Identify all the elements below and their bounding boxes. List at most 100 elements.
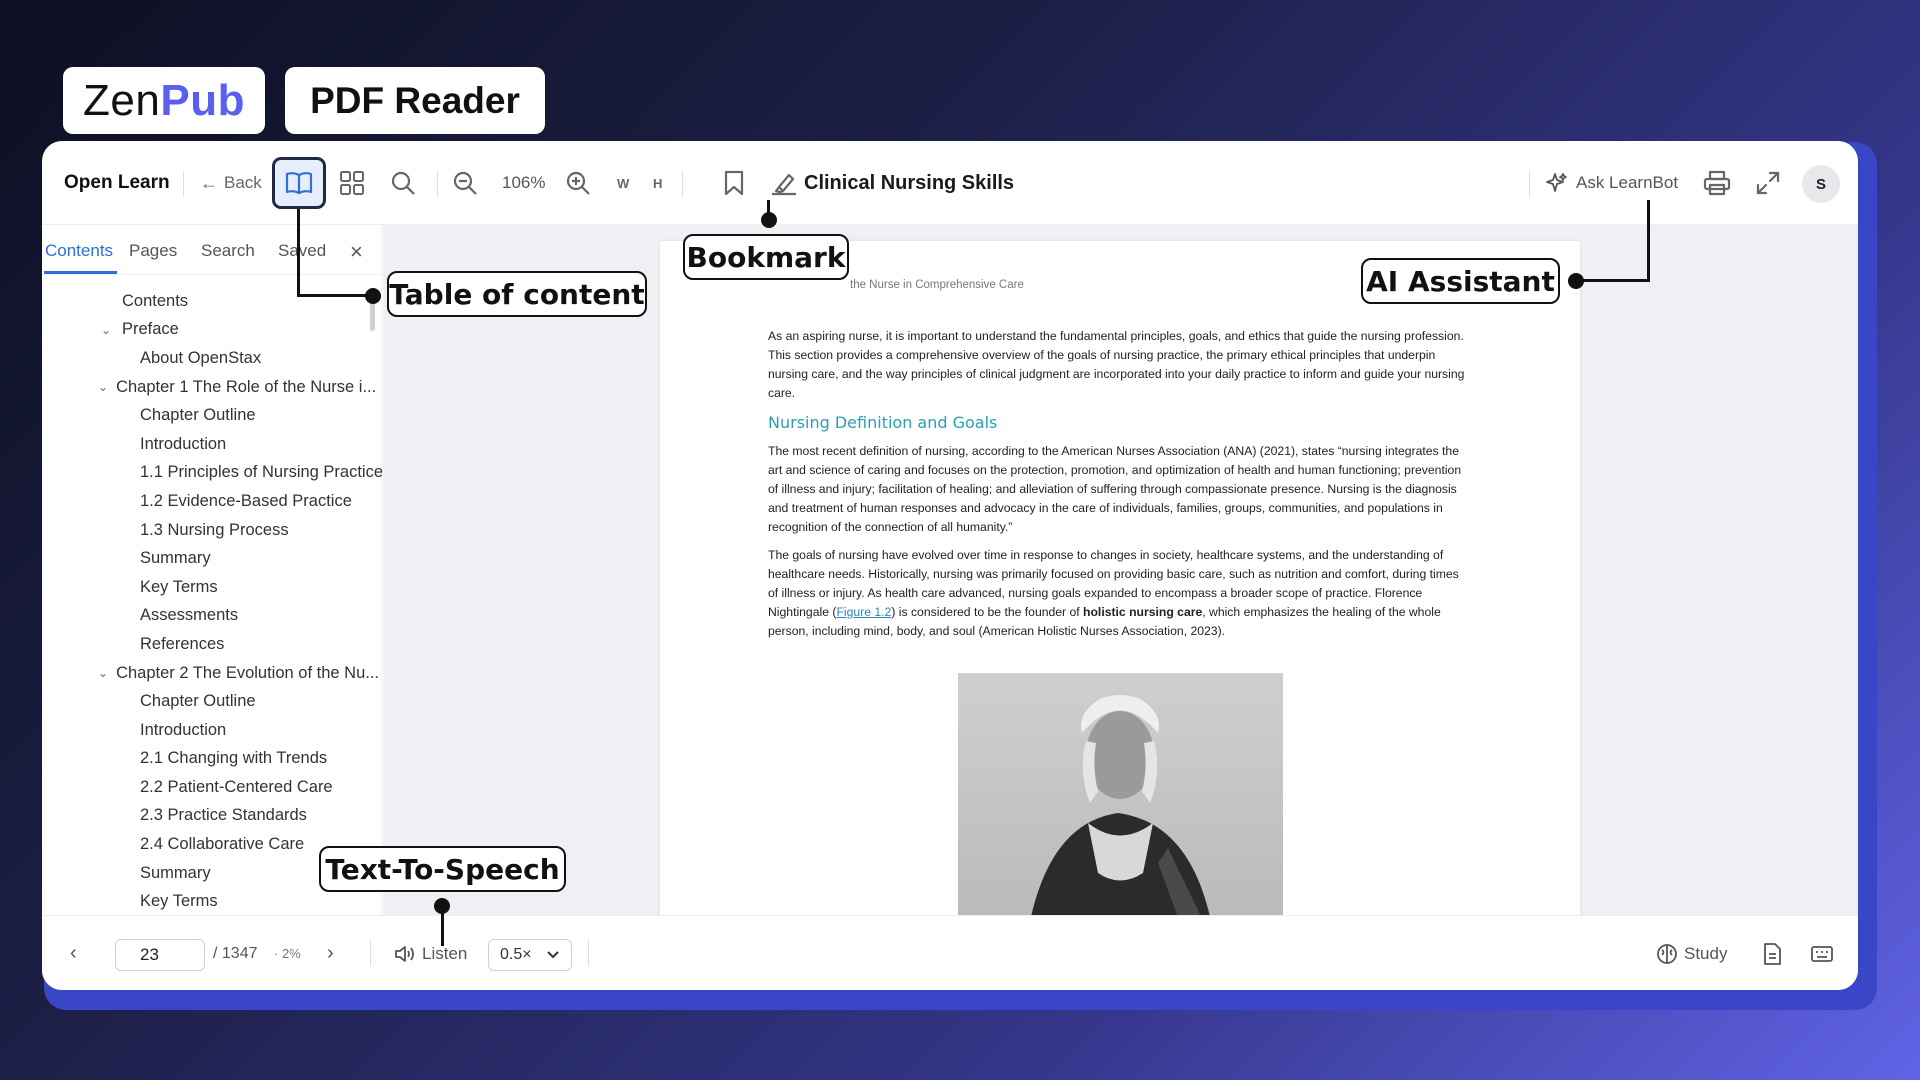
toc-connector	[297, 209, 300, 297]
toc-item-label: 1.2 Evidence-Based Practice	[140, 491, 352, 510]
toc-item[interactable]: Chapter Outline	[42, 401, 372, 430]
ai-connector	[1582, 279, 1650, 282]
keyboard-shortcuts-button[interactable]	[1810, 916, 1834, 990]
fit-height-button[interactable]: H	[653, 141, 662, 225]
document-icon	[1764, 942, 1781, 965]
toc-item[interactable]: ⌄ Chapter 2 The Evolution of the Nu...	[42, 659, 379, 688]
ask-learnbot-button[interactable]: Ask LearnBot	[1546, 141, 1678, 225]
toc-item-label: Introduction	[140, 434, 227, 453]
close-sidebar-icon[interactable]: ×	[350, 239, 363, 265]
grid-view-button[interactable]	[332, 141, 372, 225]
sidebar: Contents Pages Search Saved × Contents ⌄ P…	[42, 225, 383, 916]
toc-item[interactable]: 2.3 Practice Standards	[42, 802, 372, 831]
toc-item[interactable]: Assessments	[42, 602, 372, 631]
speech-speed-select[interactable]: 0.5×	[488, 939, 572, 971]
toc-item[interactable]: 1.1 Principles of Nursing Practice	[42, 459, 383, 488]
toc-item[interactable]: Summary	[42, 544, 372, 573]
chevron-down-icon[interactable]: ⌄	[98, 666, 108, 680]
zoom-in-icon	[566, 171, 590, 195]
page-number-input[interactable]: 23	[115, 939, 205, 971]
tab-pages[interactable]: Pages	[129, 241, 177, 261]
document-viewer: the Nurse in Comprehensive Care As an as…	[383, 225, 1858, 931]
goals-text-2: ) is considered to be the founder of	[891, 605, 1084, 619]
divider	[183, 171, 184, 197]
tab-search[interactable]: Search	[201, 241, 255, 261]
toc-connector	[297, 294, 373, 297]
toc-item[interactable]: Key Terms	[42, 573, 372, 602]
portrait-illustration	[1028, 695, 1213, 931]
bookmark-icon	[724, 170, 744, 196]
toc-item[interactable]: 2.1 Changing with Trends	[42, 745, 372, 774]
toc-item-label: About OpenStax	[140, 348, 262, 367]
toc-item-label: References	[140, 634, 225, 653]
toc-item-label: Chapter 1 The Role of the Nurse i...	[116, 377, 377, 396]
toc-item[interactable]: Key Terms	[42, 887, 372, 916]
callout-table-of-content: Table of content	[387, 271, 647, 317]
toc-item[interactable]: ⌄ Chapter 1 The Role of the Nurse i...	[42, 373, 376, 402]
print-button[interactable]	[1697, 141, 1737, 225]
table-of-contents-button[interactable]	[272, 157, 326, 209]
study-label: Study	[1684, 943, 1728, 963]
toc-item[interactable]: Introduction	[42, 430, 372, 459]
zoom-in-button[interactable]	[558, 141, 598, 225]
chevron-down-icon[interactable]: ⌄	[98, 380, 108, 394]
listen-label: Listen	[422, 943, 468, 963]
zoom-out-button[interactable]	[445, 141, 485, 225]
toc-item[interactable]: 2.2 Patient-Centered Care	[42, 773, 372, 802]
listen-button[interactable]: Listen	[394, 916, 467, 990]
toc-item[interactable]: Contents	[42, 287, 372, 316]
search-button[interactable]	[383, 141, 423, 225]
goals-bold-term: holistic nursing care	[1083, 605, 1203, 619]
toc-item[interactable]: About OpenStax	[42, 344, 372, 373]
bookmark-button[interactable]	[714, 141, 754, 225]
page-running-header: the Nurse in Comprehensive Care	[850, 279, 1024, 291]
brain-icon	[1657, 943, 1677, 964]
next-page-button[interactable]: ›	[327, 916, 334, 990]
highlighter-icon	[772, 173, 796, 196]
divider	[588, 940, 589, 966]
tab-saved[interactable]: Saved	[278, 241, 326, 261]
toc-item-label: Contents	[122, 291, 189, 310]
toc-item[interactable]: 1.3 Nursing Process	[42, 516, 372, 545]
toc-item-label: 2.1 Changing with Trends	[140, 749, 328, 768]
toc-connector-dot	[365, 288, 381, 304]
callout-bookmark: Bookmark	[683, 234, 849, 280]
toc-item-label: Summary	[140, 549, 211, 568]
ask-learnbot-label: Ask LearnBot	[1576, 173, 1679, 192]
document-info-button[interactable]	[1762, 916, 1782, 990]
figure-link[interactable]: Figure 1.2	[836, 605, 891, 619]
toc-item-label: Key Terms	[140, 892, 218, 911]
tab-contents[interactable]: Contents	[45, 241, 113, 261]
chevron-right-icon: ›	[327, 942, 334, 964]
toc-item[interactable]: 1.2 Evidence-Based Practice	[42, 487, 372, 516]
toc-item-label: Chapter Outline	[140, 406, 256, 425]
toc-item[interactable]: Introduction	[42, 716, 372, 745]
speaker-icon	[395, 945, 414, 962]
toc-item-label: Summary	[140, 863, 211, 882]
toc-item[interactable]: References	[42, 630, 372, 659]
chevron-down-icon[interactable]: ⌄	[98, 323, 114, 337]
total-pages: / 1347	[213, 944, 258, 962]
fit-width-button[interactable]: W	[617, 141, 629, 225]
chevron-down-icon	[546, 951, 559, 959]
callout-text-to-speech: Text-To-Speech	[319, 846, 566, 892]
toc-item[interactable]: Chapter Outline	[42, 687, 372, 716]
printer-icon	[1703, 170, 1731, 196]
top-toolbar: Open Learn ← Back 106% W H Clinical Nurs…	[42, 141, 1858, 225]
toc-item-label: Chapter 2 The Evolution of the Nu...	[116, 663, 379, 682]
toc-item-label: 2.3 Practice Standards	[140, 806, 307, 825]
toc-item[interactable]: ⌄ Preface	[42, 316, 372, 345]
prev-page-button[interactable]: ‹	[70, 916, 77, 990]
expand-icon	[1756, 171, 1780, 195]
user-avatar[interactable]: S	[1802, 165, 1840, 203]
fullscreen-button[interactable]	[1748, 141, 1788, 225]
study-button[interactable]: Study	[1656, 916, 1727, 990]
toc-item-label: Chapter Outline	[140, 692, 256, 711]
document-title: Clinical Nursing Skills	[804, 171, 1015, 194]
app-name: Open Learn	[64, 172, 170, 193]
toc-item-label: Assessments	[140, 606, 239, 625]
active-tab-indicator	[44, 271, 117, 274]
progress-percent: · 2%	[274, 946, 301, 961]
back-button[interactable]: ← Back	[200, 141, 262, 225]
logo-zen: Zen	[83, 75, 161, 125]
